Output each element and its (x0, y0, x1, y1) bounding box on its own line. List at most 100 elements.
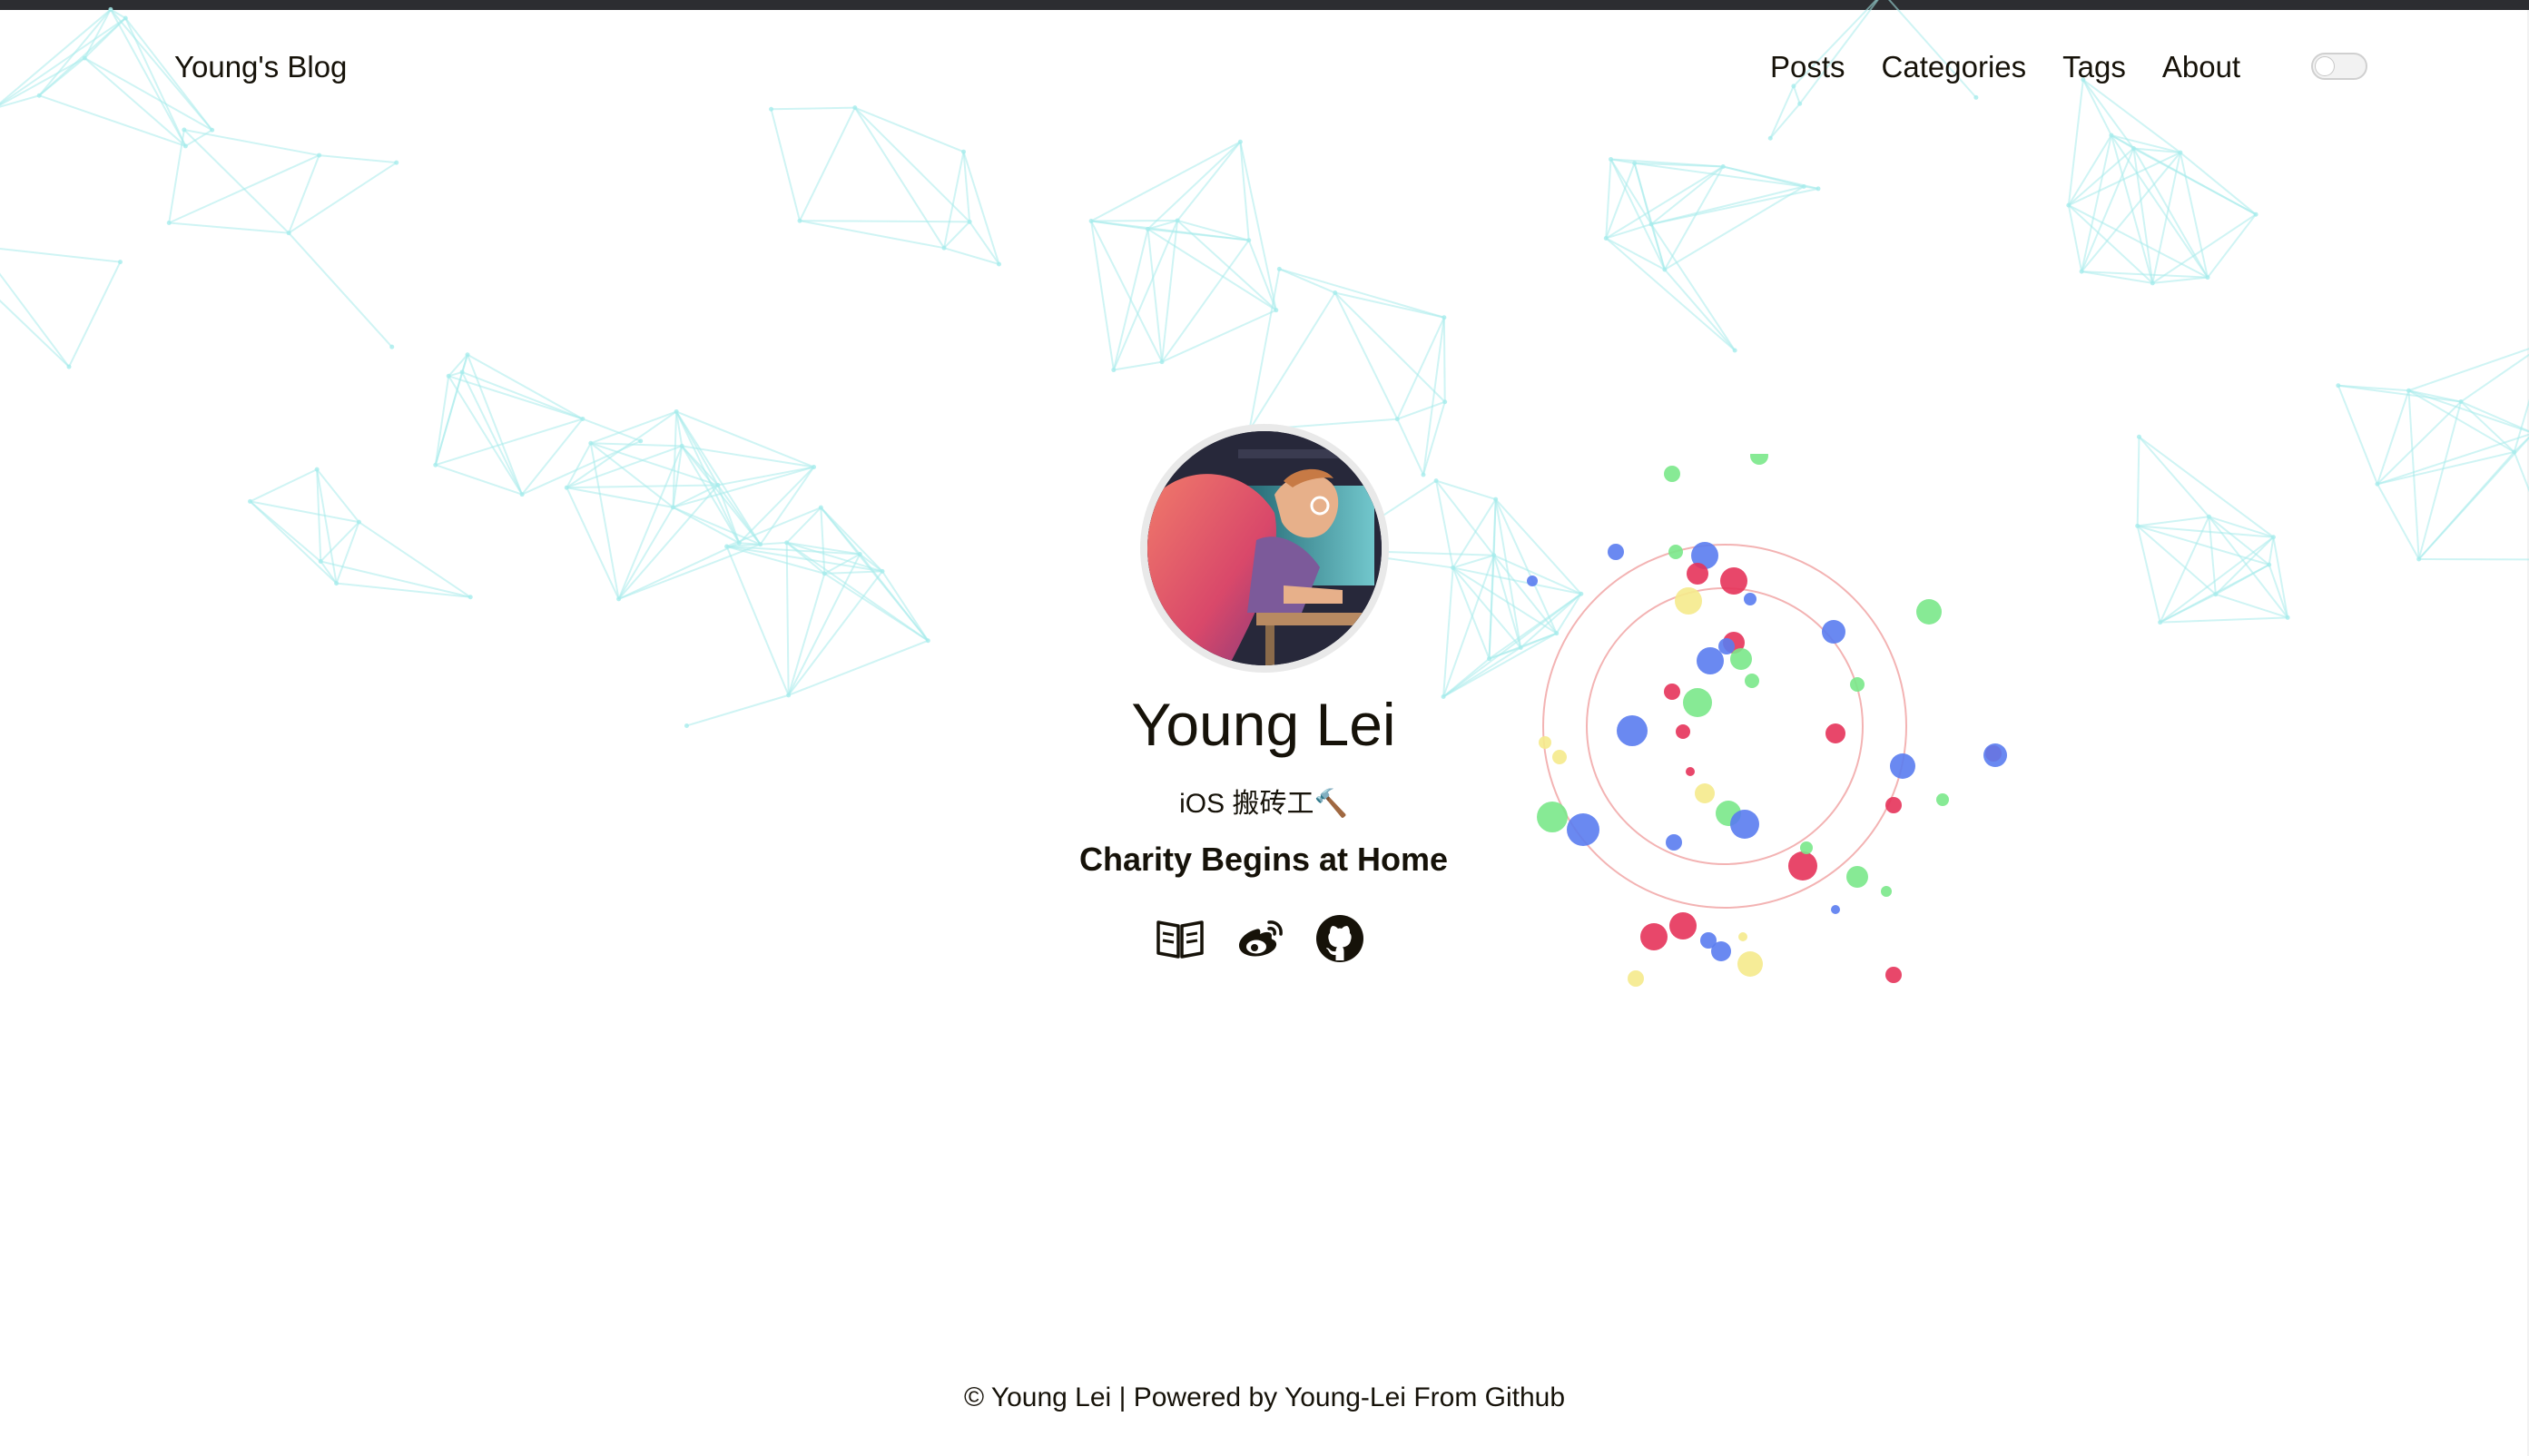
network-node (1394, 417, 1400, 422)
network-line (335, 521, 360, 584)
network-line (38, 8, 112, 96)
clock-ball (1664, 466, 1680, 482)
network-line (2138, 436, 2210, 517)
network-node (459, 369, 465, 375)
network-node (433, 462, 438, 467)
avatar-illustration (1147, 431, 1382, 665)
network-node (108, 6, 113, 12)
network-line (1435, 480, 1495, 556)
profile-motto: Charity Begins at Home (1078, 841, 1449, 878)
network-line (1176, 141, 1242, 221)
network-node (2206, 514, 2211, 519)
theme-toggle-switch[interactable] (2311, 53, 2367, 80)
network-line (316, 468, 360, 523)
network-line (467, 354, 524, 496)
nav-item-tags[interactable]: Tags (2062, 47, 2126, 87)
network-node (2135, 523, 2140, 528)
network-line (2136, 526, 2161, 623)
site-brand-link[interactable]: Young's Blog (174, 47, 347, 87)
network-node (2285, 615, 2290, 620)
network-line (1334, 291, 1446, 403)
clock-ball (1697, 647, 1724, 674)
footer-powered-prefix: Powered by (1133, 1382, 1278, 1412)
network-node (588, 440, 594, 446)
network-line (0, 299, 70, 368)
network-line (2160, 593, 2217, 624)
network-node (2109, 133, 2114, 138)
clock-ball (1687, 563, 1708, 585)
network-line (566, 487, 620, 600)
nav-item-categories[interactable]: Categories (1882, 47, 2027, 87)
nav-item-posts[interactable]: Posts (1770, 47, 1845, 87)
network-node (1274, 308, 1279, 313)
network-line (183, 129, 320, 157)
network-line (1146, 141, 1242, 231)
clock-ring (1542, 544, 1907, 909)
clock-ball (1825, 723, 1845, 743)
main-nav: Posts Categories Tags About (1770, 47, 2240, 87)
social-links (1155, 913, 1365, 964)
clock-ball (1666, 834, 1682, 851)
network-node (123, 15, 128, 21)
network-node (210, 127, 215, 133)
network-line (1442, 317, 1446, 402)
network-line (686, 694, 789, 727)
network-line (1492, 499, 1497, 556)
avatar[interactable] (1147, 431, 1382, 665)
clock-ball (1683, 688, 1712, 717)
network-line (618, 543, 762, 600)
network-node (564, 485, 569, 490)
network-line (566, 484, 718, 489)
network-line (1396, 418, 1424, 476)
network-node (166, 220, 172, 225)
network-line (448, 375, 523, 496)
github-icon[interactable] (1314, 913, 1365, 964)
clock-ball (1664, 684, 1680, 700)
profile-name: Young Lei (1131, 691, 1396, 758)
network-node (961, 149, 967, 154)
network-node (1442, 315, 1447, 320)
clock-ball (1640, 923, 1668, 950)
network-line (1605, 237, 1736, 351)
network-node (2270, 535, 2276, 540)
network-line (1239, 142, 1277, 310)
network-line (799, 107, 856, 221)
network-line (1422, 401, 1446, 476)
page: Young's Blog Posts Categories Tags About (0, 0, 2529, 1456)
clock-ball (1745, 674, 1759, 688)
footer-powered-link[interactable]: Young-Lei (1284, 1382, 1406, 1412)
network-line (589, 443, 620, 600)
clock-ball (1720, 567, 1747, 595)
network-line (336, 582, 471, 598)
network-line (943, 247, 999, 265)
clock-ball (1628, 970, 1644, 987)
network-line (2207, 213, 2257, 279)
network-node (1442, 399, 1448, 405)
network-node (467, 595, 473, 600)
footer: © Young Lei | Powered by Young-Lei From … (811, 1380, 1718, 1416)
network-line (617, 484, 719, 600)
clock-ball (1750, 454, 1768, 465)
network-line (799, 220, 945, 250)
network-line (566, 487, 674, 508)
book-icon[interactable] (1155, 913, 1205, 964)
network-node (356, 519, 361, 525)
clock-ball (1885, 967, 1902, 983)
network-line (434, 376, 450, 466)
network-node (2136, 434, 2141, 439)
network-line (2376, 389, 2410, 485)
weibo-icon[interactable] (1235, 913, 1285, 964)
network-line (673, 466, 814, 508)
network-line (2376, 483, 2420, 560)
network-line (2215, 564, 2270, 595)
network-node (2213, 592, 2219, 597)
network-line (250, 500, 359, 524)
clock-ball (1617, 715, 1648, 746)
clock-ball (1737, 951, 1763, 977)
nav-item-about[interactable]: About (2162, 47, 2240, 87)
network-line (725, 546, 790, 696)
network-line (759, 466, 815, 546)
clock-ball (1675, 587, 1702, 615)
network-line (169, 221, 290, 234)
network-line (2081, 134, 2112, 272)
